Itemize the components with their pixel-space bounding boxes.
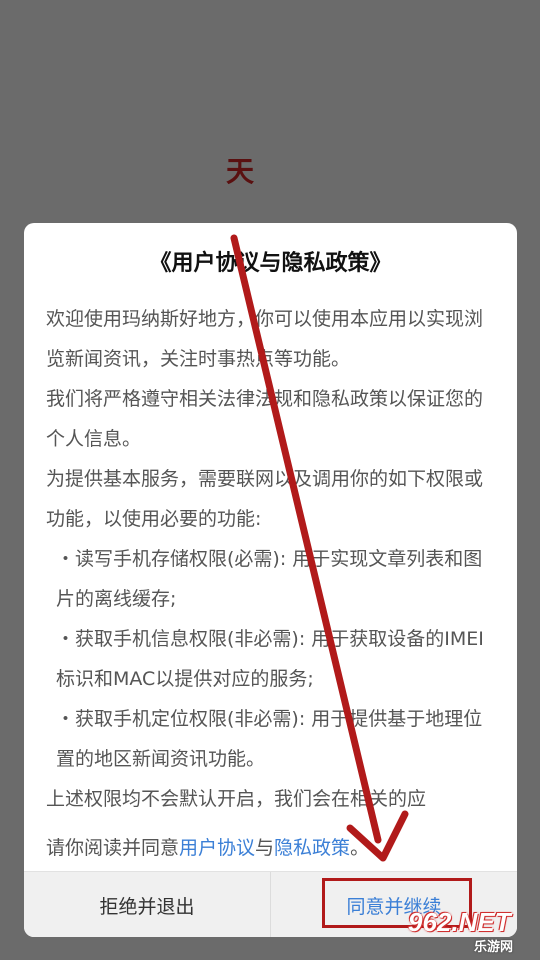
dialog-title: 《用户协议与隐私政策》 xyxy=(149,251,392,276)
dialog-footer: 拒绝并退出 同意并继续 xyxy=(24,871,517,937)
agreement-joiner: 与 xyxy=(255,837,275,859)
permission-item-location: ・获取手机定位权限(非必需): 用于提供基于地理位置的地区新闻资讯功能。 xyxy=(56,708,483,770)
agreement-prefix: 请你阅读并同意 xyxy=(46,837,180,859)
content-paragraph: 我们将严格遵守相关法律法规和隐私政策以保证您的个人信息。 xyxy=(46,388,484,450)
user-agreement-link[interactable]: 用户协议 xyxy=(179,837,255,859)
watermark-sub: 乐游网 xyxy=(474,940,514,955)
agree-continue-button[interactable]: 同意并继续 xyxy=(271,872,517,937)
content-paragraph: 欢迎使用玛纳斯好地方，你可以使用本应用以实现浏览新闻资讯，关注时事热点等功能。 xyxy=(46,308,484,370)
agreement-suffix: 。 xyxy=(350,837,370,859)
content-paragraph: 为提供基本服务，需要联网以及调用你的如下权限或功能，以使用必要的功能: xyxy=(46,468,484,530)
permission-item-storage: ・读写手机存储权限(必需): 用于实现文章列表和图片的离线缓存; xyxy=(56,548,483,610)
privacy-dialog: 《用户协议与隐私政策》 欢迎使用玛纳斯好地方，你可以使用本应用以实现浏览新闻资讯… xyxy=(24,223,517,937)
privacy-policy-link[interactable]: 隐私政策 xyxy=(274,837,350,859)
reject-exit-button[interactable]: 拒绝并退出 xyxy=(24,872,270,937)
dialog-content[interactable]: 欢迎使用玛纳斯好地方，你可以使用本应用以实现浏览新闻资讯，关注时事热点等功能。 … xyxy=(46,299,496,819)
permission-item-phone-info: ・获取手机信息权限(非必需): 用于获取设备的IMEI标识和MAC以提供对应的服… xyxy=(56,628,484,690)
app-logo: 天 xyxy=(225,155,254,188)
agreement-line: 请你阅读并同意用户协议与隐私政策。 xyxy=(46,828,496,868)
content-paragraph: 上述权限均不会默认开启，我们会在相关的应 xyxy=(46,788,427,810)
